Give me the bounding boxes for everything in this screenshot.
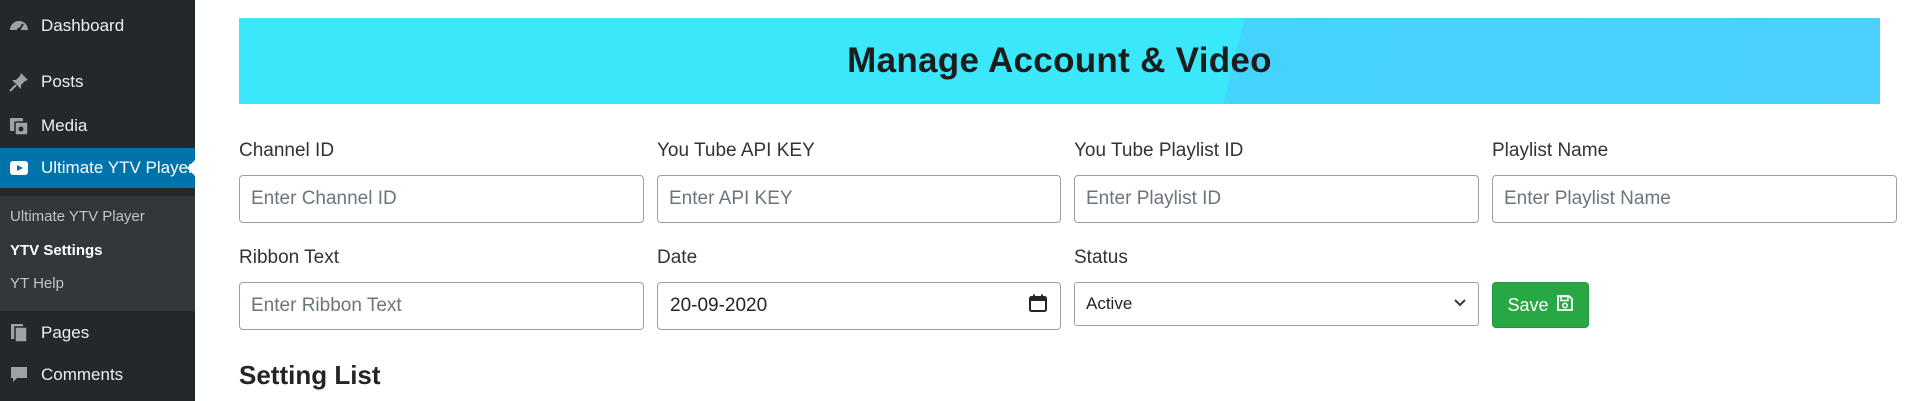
sidebar-item-pages[interactable]: Pages [0,313,195,353]
sidebar-item-comments[interactable]: Comments [0,355,195,395]
sidebar-item-label: Pages [41,323,90,342]
sidebar-item-label: Posts [41,72,84,91]
submenu-item-ultimate-ytv-player[interactable]: Ultimate YTV Player [10,208,145,225]
date-input[interactable]: 20-09-2020 [657,282,1061,330]
date-value: 20-09-2020 [670,295,768,316]
playlist-id-label: You Tube Playlist ID [1074,140,1244,161]
playlist-id-input[interactable] [1074,175,1479,223]
header-banner: Manage Account & Video [239,18,1880,104]
floppy-disk-icon [1556,294,1574,317]
submenu-item-yt-help[interactable]: YT Help [10,275,64,292]
sidebar-item-label: Media [41,116,88,135]
sidebar-item-media[interactable]: Media [0,106,195,146]
channel-id-input[interactable] [239,175,644,223]
ribbon-text-input[interactable] [239,282,644,330]
sidebar-submenu: Ultimate YTV Player YTV Settings YT Help [0,196,195,311]
status-label: Status [1074,247,1128,268]
comment-icon [7,363,31,387]
playlist-name-input[interactable] [1492,175,1897,223]
sidebar-item-label: Dashboard [41,16,125,35]
ribbon-text-label: Ribbon Text [239,247,339,268]
sidebar-item-posts[interactable]: Posts [0,62,195,102]
calendar-icon[interactable] [1028,293,1048,319]
date-label: Date [657,247,698,268]
chevron-down-icon [1452,294,1468,315]
sidebar-item-label: Ultimate YTV Player [41,158,194,177]
media-icon [7,114,31,138]
status-select[interactable]: Active [1074,282,1479,326]
dashboard-icon [7,14,31,38]
pin-icon [7,70,31,94]
api-key-label: You Tube API KEY [657,140,815,161]
youtube-icon [7,156,31,180]
api-key-input[interactable] [657,175,1061,223]
sidebar-item-label: Comments [41,365,124,384]
save-button-label: Save [1507,294,1549,315]
channel-id-label: Channel ID [239,140,335,161]
admin-sidebar: Dashboard Posts Media Ultimate YTV Playe… [0,0,195,401]
page-title: Manage Account & Video [847,41,1272,80]
playlist-name-label: Playlist Name [1492,140,1609,161]
save-button[interactable]: Save [1492,282,1589,328]
status-selected-value: Active [1086,294,1133,313]
submenu-item-ytv-settings[interactable]: YTV Settings [10,242,103,259]
sidebar-item-ultimate-ytv-player[interactable]: Ultimate YTV Player [0,148,195,188]
setting-list-heading: Setting List [239,360,381,390]
pages-icon [7,321,31,345]
sidebar-item-dashboard[interactable]: Dashboard [0,6,195,46]
